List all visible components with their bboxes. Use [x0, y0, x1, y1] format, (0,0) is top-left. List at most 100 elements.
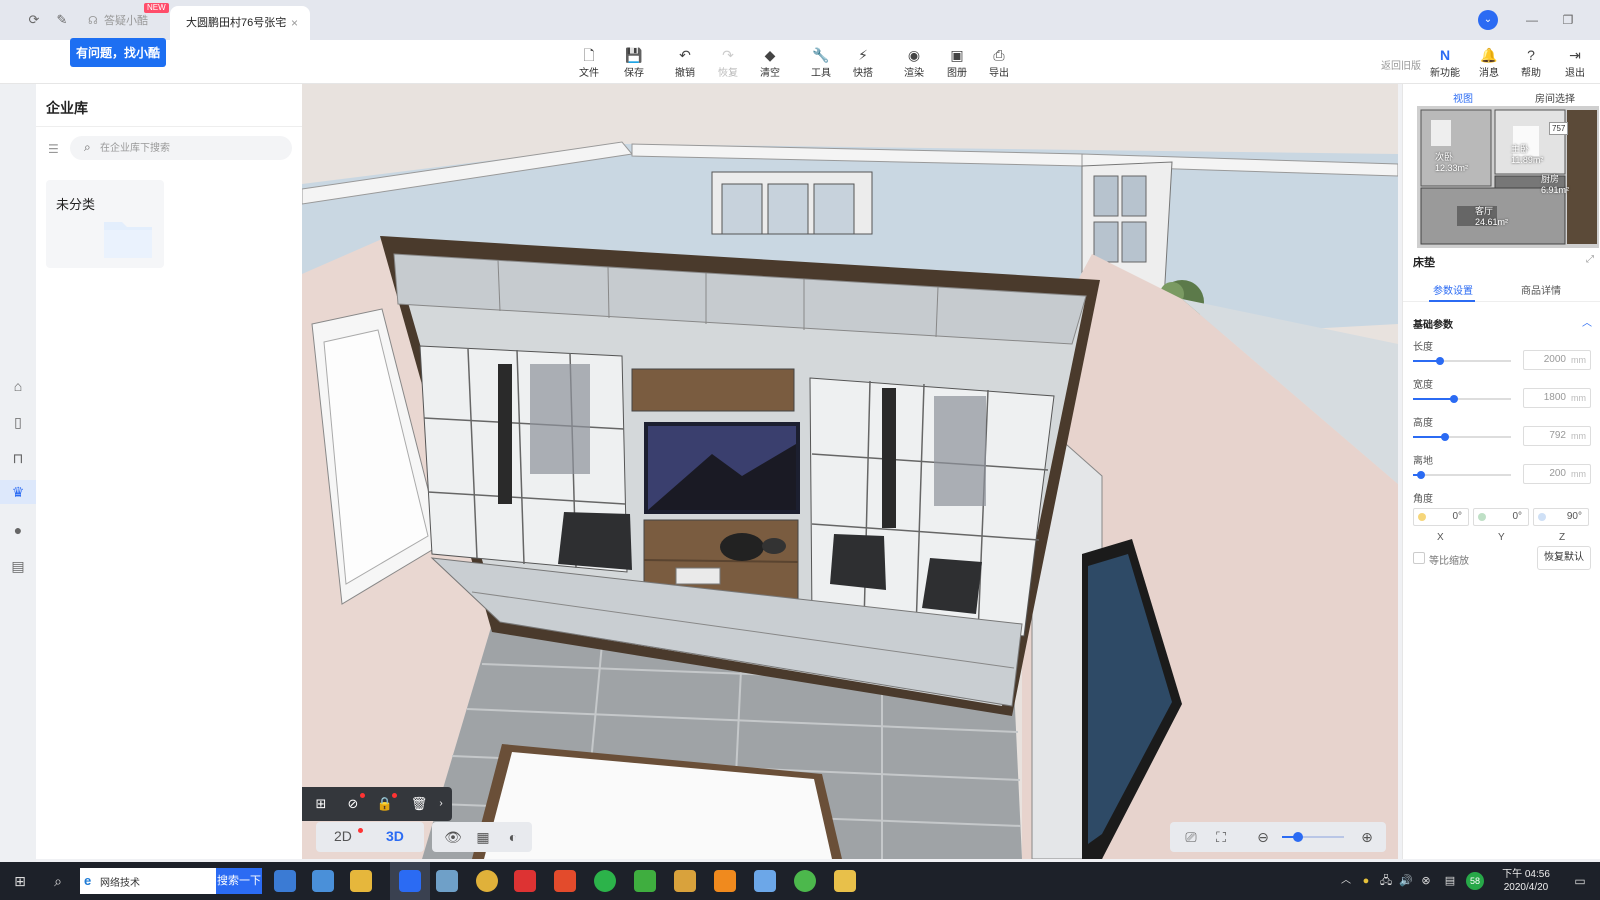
tab-product-details[interactable]: 商品详情: [1521, 282, 1561, 297]
close-tab-icon[interactable]: ×: [291, 6, 298, 40]
slider-knob[interactable]: [1416, 471, 1425, 479]
library-search-input[interactable]: [70, 136, 292, 160]
param-height-slider[interactable]: [1413, 433, 1511, 441]
tray-notes-icon[interactable]: ▤: [1440, 871, 1460, 891]
zoom-out-icon[interactable]: ⊖: [1254, 828, 1272, 846]
tray-badge[interactable]: 58: [1466, 872, 1484, 890]
toolbar-save[interactable]: 💾 保存: [617, 46, 651, 79]
toolbar-album[interactable]: ▣ 图册: [940, 46, 974, 79]
param-length-slider[interactable]: [1413, 357, 1511, 365]
slider-knob[interactable]: [1436, 357, 1445, 365]
param-width-slider[interactable]: [1413, 395, 1511, 403]
clock[interactable]: 下午 04:56 2020/4/20: [1496, 868, 1556, 894]
lock-icon[interactable]: 🔒: [376, 795, 394, 813]
param-elevation-slider[interactable]: [1413, 471, 1511, 479]
eye-icon[interactable]: 👁: [444, 828, 462, 846]
toolbar-messages[interactable]: 🔔 消息: [1472, 46, 1506, 79]
add-copy-icon[interactable]: ⊞: [312, 795, 330, 813]
pin-icon[interactable]: ✎: [54, 12, 70, 28]
sofa-icon[interactable]: ⊓: [6, 446, 30, 470]
expand-icon[interactable]: ⤢: [1586, 254, 1594, 265]
toolbar-file[interactable]: 🗋 文件: [572, 46, 606, 79]
app-acrobat-icon[interactable]: [514, 870, 536, 892]
tab-room-select[interactable]: 房间选择: [1535, 90, 1575, 105]
reset-default-button[interactable]: 恢复默认: [1537, 546, 1591, 570]
tab-params[interactable]: 参数设置: [1433, 282, 1473, 297]
floor-plan-minimap[interactable]: 次卧 12.33m² 主卧 11.89m² 厨房 6.91m² 客厅 24.61m² 7…: [1417, 106, 1599, 248]
tray-app-icon[interactable]: ●: [1356, 871, 1376, 891]
minimize-icon[interactable]: —: [1522, 10, 1542, 30]
app-computer-icon[interactable]: [312, 870, 334, 892]
tray-close-icon[interactable]: ⊗: [1416, 871, 1436, 891]
map-badge: 757: [1549, 122, 1569, 135]
compass-icon[interactable]: ◐: [504, 828, 522, 846]
zoom-slider-knob[interactable]: [1292, 832, 1303, 842]
toolbar-help[interactable]: ? 帮助: [1514, 46, 1548, 79]
mode-3d-button[interactable]: 3D: [386, 828, 404, 844]
house-icon[interactable]: ⌂: [6, 374, 30, 398]
angle-y-input[interactable]: 0°: [1473, 508, 1529, 526]
app-desktop-icon[interactable]: [274, 870, 296, 892]
search-icon[interactable]: ⌕: [48, 871, 68, 891]
wechat-icon[interactable]: [634, 870, 656, 892]
slider-knob[interactable]: [1441, 433, 1450, 441]
chevron-up-icon[interactable]: ︿: [1582, 314, 1592, 329]
network-icon[interactable]: 🖧: [1376, 871, 1396, 891]
folder-uncategorized[interactable]: 未分类: [46, 180, 164, 268]
crown-icon[interactable]: ♛: [0, 480, 36, 504]
door-icon[interactable]: ▯: [6, 410, 30, 434]
zoom-slider[interactable]: [1282, 832, 1344, 842]
camera-view-icon[interactable]: ⎚: [1182, 828, 1200, 846]
mode-2d-button[interactable]: 2D: [334, 828, 352, 844]
whatsapp-icon[interactable]: [594, 870, 616, 892]
chevron-right-icon[interactable]: ›: [432, 795, 450, 813]
notification-icon[interactable]: ▭: [1570, 871, 1590, 891]
old-version-link[interactable]: 返回旧版: [1381, 57, 1421, 72]
app-orange-icon[interactable]: [714, 870, 736, 892]
chrome-icon[interactable]: [476, 870, 498, 892]
proportional-scale-checkbox[interactable]: [1413, 552, 1425, 564]
toolbar-export[interactable]: ⎙ 导出: [982, 46, 1016, 79]
app-red-icon[interactable]: [554, 870, 576, 892]
hide-icon[interactable]: ⊘: [344, 795, 362, 813]
download-icon[interactable]: ⌄: [1478, 10, 1498, 30]
tab-help[interactable]: ☊ 答疑小酷: [88, 10, 148, 32]
tab-view[interactable]: 视图: [1453, 90, 1473, 105]
bus-icon[interactable]: ▤: [6, 554, 30, 578]
restore-icon[interactable]: ❐: [1558, 10, 1578, 30]
tab-project[interactable]: 大圆鹏田村76号张宅 ×: [170, 6, 310, 40]
angle-x-input[interactable]: 0°: [1413, 508, 1469, 526]
toolbar-redo[interactable]: ↷ 恢复: [711, 46, 745, 79]
taskbar-search-input[interactable]: [80, 868, 216, 894]
angle-z-input[interactable]: 90°: [1533, 508, 1589, 526]
app-explorer-icon[interactable]: [350, 870, 372, 892]
volume-icon[interactable]: 🔊: [1396, 871, 1416, 891]
taskbar-search-button[interactable]: 搜索一下: [216, 868, 262, 894]
lock-indicator-dot: [392, 793, 397, 798]
app-browser-icon[interactable]: [436, 870, 458, 892]
user-icon[interactable]: ●: [6, 518, 30, 542]
app-bird-icon[interactable]: [754, 870, 776, 892]
toolbar-quickbuild[interactable]: ⚡ 快搭: [846, 46, 880, 79]
refresh-icon[interactable]: ⟳: [26, 12, 42, 28]
list-icon[interactable]: ☰: [48, 142, 59, 156]
app-folder-icon[interactable]: [834, 870, 856, 892]
fit-screen-icon[interactable]: ⛶: [1212, 828, 1230, 846]
app-kujiale-icon[interactable]: [399, 870, 421, 892]
toolbar-undo[interactable]: ↶ 撤销: [668, 46, 702, 79]
windows-start-icon[interactable]: ⊞: [10, 871, 30, 891]
cube-icon[interactable]: ▦: [474, 828, 492, 846]
trash-icon[interactable]: 🗑: [410, 795, 428, 813]
toolbar-clear[interactable]: ◆ 清空: [753, 46, 787, 79]
tray-chevron-icon[interactable]: ︿: [1336, 871, 1356, 891]
toolbar-new-feature[interactable]: N 新功能: [1428, 46, 1462, 79]
toolbar-tools[interactable]: 🔧 工具: [804, 46, 838, 79]
3d-viewport[interactable]: [302, 84, 1398, 859]
app-green-icon[interactable]: [794, 870, 816, 892]
app-media-icon[interactable]: [674, 870, 696, 892]
zoom-in-icon[interactable]: ⊕: [1358, 828, 1376, 846]
help-bubble[interactable]: 有问题，找小酷: [70, 38, 167, 67]
toolbar-render[interactable]: ◉ 渲染: [897, 46, 931, 79]
toolbar-logout[interactable]: ⇥ 退出: [1558, 46, 1592, 79]
slider-knob[interactable]: [1450, 395, 1459, 403]
